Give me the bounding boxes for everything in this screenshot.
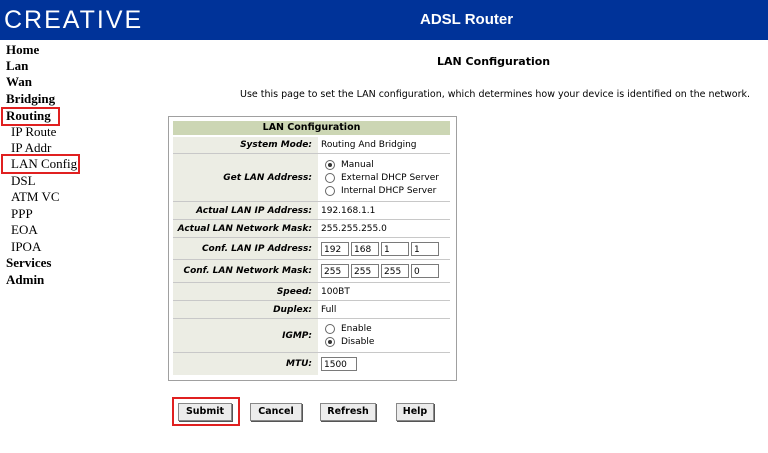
system-mode-label: System Mode: — [173, 137, 318, 153]
nav-bridging[interactable]: Bridging — [6, 91, 55, 107]
radio-igmp-enable-option[interactable]: Enable — [325, 323, 372, 336]
get-lan-address-options: Manual External DHCP Server Internal DHC… — [319, 154, 450, 201]
actual-lan-ip-label: Actual LAN IP Address: — [173, 202, 318, 219]
conf-lan-ip-fields: 192 168 1 1 — [319, 238, 450, 259]
conf-ip-octet-3[interactable]: 1 — [381, 241, 409, 256]
conf-mask-octet-2[interactable]: 255 — [351, 264, 379, 278]
routing-highlight-box — [1, 107, 60, 126]
radio-igmp-disable[interactable] — [325, 337, 335, 347]
radio-internal-dhcp[interactable] — [325, 185, 335, 196]
lan-config-table: LAN Configuration System Mode: Routing A… — [168, 116, 457, 381]
igmp-options: Enable Disable — [319, 319, 450, 352]
conf-lan-ip-label: Conf. LAN IP Address: — [173, 238, 318, 259]
get-lan-address-label: Get LAN Address: — [173, 154, 318, 201]
radio-manual[interactable] — [325, 159, 335, 170]
conf-lan-mask-fields: 255 255 255 0 — [319, 260, 450, 282]
mtu-input[interactable]: 1500 — [321, 357, 357, 371]
nav-services[interactable]: Services — [6, 255, 51, 271]
creative-logo: CREATIVE — [4, 6, 144, 34]
duplex-value: Full — [321, 304, 337, 315]
conf-ip-octet-1[interactable]: 192 — [321, 241, 349, 256]
nav-ppp[interactable]: PPP — [11, 206, 33, 222]
radio-igmp-disable-option[interactable]: Disable — [325, 336, 374, 349]
radio-external-dhcp[interactable] — [325, 172, 335, 183]
conf-mask-octet-4[interactable]: 0 — [411, 264, 439, 278]
top-banner: CREATIVE ADSL Router — [0, 0, 768, 40]
radio-manual-option[interactable]: Manual — [325, 158, 374, 171]
nav-dsl[interactable]: DSL — [11, 173, 36, 189]
nav-wan[interactable]: Wan — [6, 74, 32, 90]
mtu-field-wrap: 1500 — [319, 353, 450, 375]
radio-igmp-enable[interactable] — [325, 324, 335, 334]
nav-admin[interactable]: Admin — [6, 272, 44, 288]
conf-mask-octet-3[interactable]: 255 — [381, 264, 409, 278]
radio-internal-dhcp-option[interactable]: Internal DHCP Server — [325, 184, 436, 197]
nav-lan[interactable]: Lan — [6, 58, 28, 74]
speed-label: Speed: — [173, 283, 318, 300]
igmp-label: IGMP: — [173, 319, 318, 352]
duplex-label: Duplex: — [173, 301, 318, 318]
radio-internal-dhcp-label: Internal DHCP Server — [341, 185, 437, 196]
conf-lan-mask-label: Conf. LAN Network Mask: — [173, 260, 318, 282]
conf-ip-octet-4[interactable]: 1 — [411, 241, 439, 256]
nav-atm-vc[interactable]: ATM VC — [11, 189, 60, 205]
conf-mask-octet-1[interactable]: 255 — [321, 264, 349, 278]
actual-lan-ip-value: 192.168.1.1 — [321, 205, 376, 216]
actual-lan-mask-label: Actual LAN Network Mask: — [173, 220, 318, 237]
radio-manual-label: Manual — [341, 159, 374, 170]
refresh-button[interactable]: Refresh — [320, 403, 376, 421]
conf-ip-octet-2[interactable]: 168 — [351, 241, 379, 256]
nav-ipoa[interactable]: IPOA — [11, 239, 41, 255]
nav-eoa[interactable]: EOA — [11, 222, 38, 238]
cancel-button[interactable]: Cancel — [250, 403, 302, 421]
radio-igmp-enable-label: Enable — [341, 324, 372, 334]
app-title: ADSL Router — [420, 11, 514, 28]
table-header: LAN Configuration — [173, 121, 450, 135]
system-mode-value: Routing And Bridging — [321, 140, 417, 150]
speed-value: 100BT — [321, 286, 350, 297]
radio-external-dhcp-option[interactable]: External DHCP Server — [325, 171, 439, 184]
lan-config-highlight-box — [1, 154, 80, 174]
page-description: Use this page to set the LAN configurati… — [240, 89, 751, 100]
page-title: LAN Configuration — [437, 55, 551, 68]
mtu-label: MTU: — [173, 353, 318, 375]
help-button[interactable]: Help — [396, 403, 434, 421]
nav-home[interactable]: Home — [6, 42, 39, 58]
radio-igmp-disable-label: Disable — [341, 337, 375, 347]
actual-lan-mask-value: 255.255.255.0 — [321, 223, 387, 234]
radio-external-dhcp-label: External DHCP Server — [341, 172, 439, 183]
submit-button[interactable]: Submit — [178, 403, 232, 421]
nav-ip-route[interactable]: IP Route — [11, 124, 56, 140]
